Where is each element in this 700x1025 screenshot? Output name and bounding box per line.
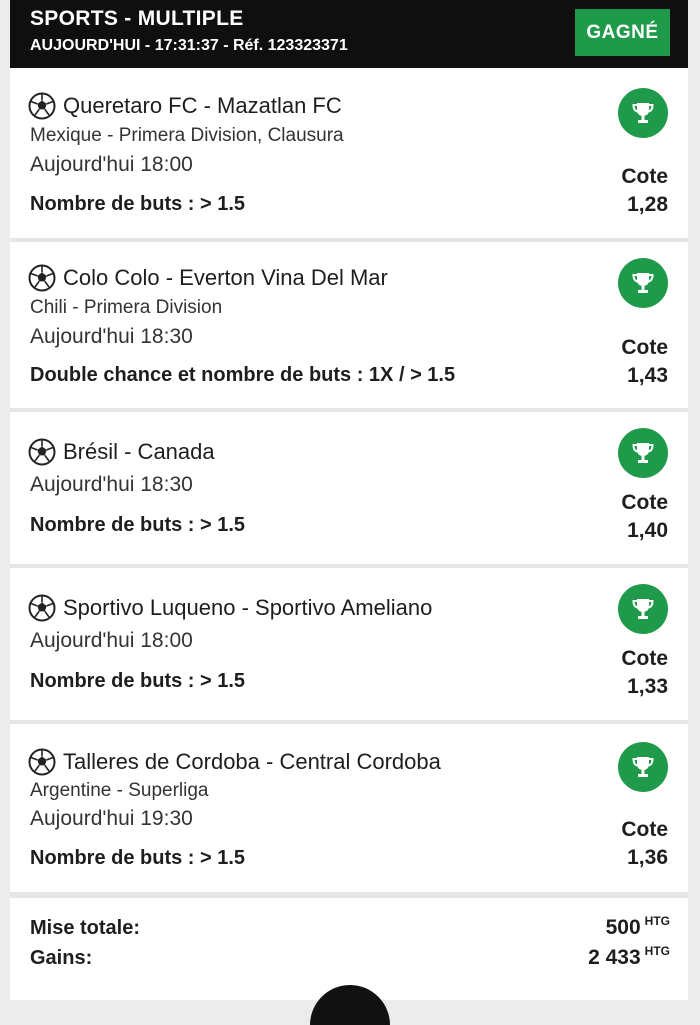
bet-item[interactable]: Colo Colo - Everton Vina Del Mar Chili -…: [10, 242, 688, 409]
soccer-ball-icon: [28, 748, 56, 776]
odds-value: 1,43: [627, 364, 668, 387]
bet-item[interactable]: Sportivo Luqueno - Sportivo Ameliano Auj…: [10, 568, 688, 721]
match-time: Aujourd'hui 18:30: [30, 325, 193, 348]
stake-amount: 500: [605, 916, 641, 939]
match-name: Queretaro FC - Mazatlan FC: [63, 93, 342, 118]
bet-item[interactable]: Brésil - Canada Aujourd'hui 18:30 Nombre…: [10, 412, 688, 565]
ticket-subtitle: AUJOURD'HUI - 17:31:37 - Réf. 123323371: [30, 37, 348, 54]
bet-item[interactable]: Queretaro FC - Mazatlan FC Mexique - Pri…: [10, 68, 688, 239]
trophy-icon: [618, 428, 668, 478]
trophy-icon: [618, 88, 668, 138]
status-badge: GAGNÉ: [575, 9, 670, 56]
odds-label: Cote: [621, 165, 668, 188]
soccer-ball-icon: [28, 264, 56, 292]
match-line: Brésil - Canada: [28, 438, 215, 466]
match-line: Colo Colo - Everton Vina Del Mar: [28, 264, 388, 292]
bet-market: Nombre de buts : > 1.5: [30, 193, 246, 215]
soccer-ball-icon: [28, 594, 56, 622]
match-line: Queretaro FC - Mazatlan FC: [28, 92, 342, 120]
currency-label: HTG: [644, 914, 670, 928]
soccer-ball-icon: [28, 92, 56, 120]
ticket-title: SPORTS - MULTIPLE: [30, 7, 244, 30]
league-name: Chili - Primera Division: [30, 297, 223, 318]
bet-market: Double chance et nombre de buts : 1X / >…: [30, 364, 456, 386]
bet-market: Nombre de buts : > 1.5: [30, 847, 246, 869]
odds-label: Cote: [621, 491, 668, 514]
odds-value: 1,33: [627, 675, 668, 698]
odds-value: 1,36: [627, 846, 668, 869]
match-time: Aujourd'hui 19:30: [30, 807, 193, 830]
bet-market: Nombre de buts : > 1.5: [30, 514, 246, 536]
odds-label: Cote: [621, 818, 668, 841]
currency-label: HTG: [644, 944, 670, 958]
match-time: Aujourd'hui 18:00: [30, 153, 193, 176]
league-name: Mexique - Primera Division, Clausura: [30, 125, 344, 146]
match-name: Sportivo Luqueno - Sportivo Ameliano: [63, 595, 433, 620]
match-name: Colo Colo - Everton Vina Del Mar: [63, 265, 388, 290]
trophy-icon: [618, 258, 668, 308]
bet-market: Nombre de buts : > 1.5: [30, 670, 246, 692]
trophy-icon: [618, 584, 668, 634]
odds-value: 1,40: [627, 519, 668, 542]
soccer-ball-icon: [28, 438, 56, 466]
bet-ticket: SPORTS - MULTIPLE AUJOURD'HUI - 17:31:37…: [10, 0, 688, 1025]
odds-label: Cote: [621, 647, 668, 670]
divider: [10, 892, 688, 898]
match-time: Aujourd'hui 18:00: [30, 629, 193, 652]
winnings-value: 2 433 HTG: [588, 944, 670, 970]
league-name: Argentine - Superliga: [30, 780, 209, 801]
match-time: Aujourd'hui 18:30: [30, 473, 193, 496]
winnings-amount: 2 433: [588, 946, 641, 969]
match-line: Sportivo Luqueno - Sportivo Ameliano: [28, 594, 432, 622]
match-name: Talleres de Cordoba - Central Cordoba: [63, 749, 441, 774]
stake-label: Mise totale:: [30, 917, 141, 939]
match-name: Brésil - Canada: [63, 439, 215, 464]
match-line: Talleres de Cordoba - Central Cordoba: [28, 748, 441, 776]
ticket-header: SPORTS - MULTIPLE AUJOURD'HUI - 17:31:37…: [10, 0, 688, 68]
odds-value: 1,28: [627, 193, 668, 216]
trophy-icon: [618, 742, 668, 792]
bet-item[interactable]: Talleres de Cordoba - Central Cordoba Ar…: [10, 724, 688, 893]
stake-value: 500 HTG: [605, 914, 670, 940]
winnings-label: Gains:: [30, 947, 93, 969]
odds-label: Cote: [621, 336, 668, 359]
